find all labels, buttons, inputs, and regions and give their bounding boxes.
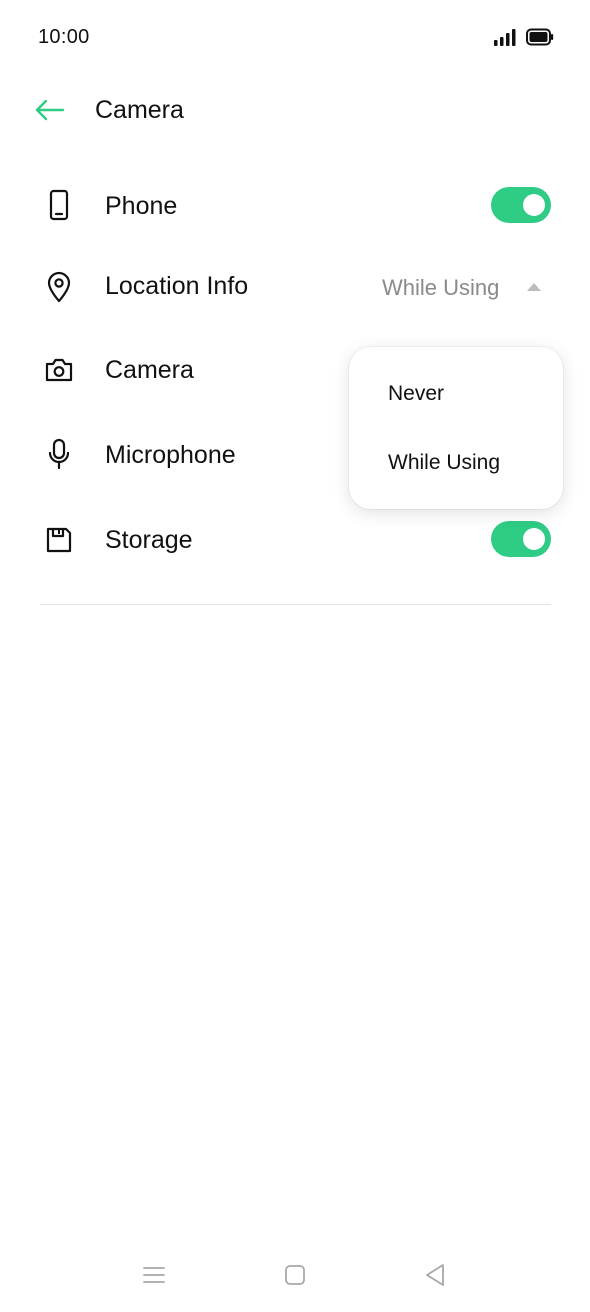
permission-label-location: Location Info: [105, 272, 249, 300]
location-select-value[interactable]: While Using: [382, 275, 499, 301]
status-icons: [494, 28, 554, 51]
status-time: 10:00: [38, 26, 90, 48]
home-square-icon: [284, 1264, 306, 1291]
navigation-bar: [0, 1240, 590, 1312]
permission-label-microphone: Microphone: [105, 441, 236, 469]
arrow-left-icon: [35, 99, 65, 126]
permission-label-phone: Phone: [105, 192, 178, 220]
permission-row-phone: Phone: [0, 166, 590, 246]
dropdown-option-while-using[interactable]: While Using: [388, 451, 500, 475]
home-button[interactable]: [280, 1262, 310, 1292]
nav-back-button[interactable]: [420, 1262, 450, 1292]
dropdown-option-never[interactable]: Never: [388, 382, 444, 406]
battery-full-icon: [526, 28, 554, 51]
permission-label-storage: Storage: [105, 526, 193, 554]
location-pin-icon: [42, 270, 76, 304]
storage-save-icon: [42, 523, 76, 557]
permission-label-camera: Camera: [105, 356, 194, 384]
camera-icon: [42, 353, 76, 387]
menu-button[interactable]: [139, 1262, 169, 1292]
signal-bars-icon: [494, 28, 516, 51]
permission-row-location: Location Info While Using: [0, 246, 590, 326]
status-bar: 10:00: [0, 0, 590, 80]
permission-row-storage: Storage: [0, 500, 590, 580]
location-dropdown-menu: Never While Using: [349, 347, 563, 509]
section-divider: [40, 604, 551, 605]
storage-toggle[interactable]: [491, 521, 551, 557]
back-button[interactable]: [30, 94, 70, 130]
phone-toggle[interactable]: [491, 187, 551, 223]
toggle-knob: [523, 528, 545, 550]
microphone-icon: [42, 437, 76, 471]
page-title: Camera: [95, 96, 184, 124]
back-triangle-icon: [424, 1263, 446, 1292]
menu-icon: [142, 1265, 166, 1290]
phone-icon: [42, 188, 76, 222]
toggle-knob: [523, 194, 545, 216]
caret-up-icon[interactable]: [527, 283, 541, 291]
header: Camera: [0, 80, 590, 144]
